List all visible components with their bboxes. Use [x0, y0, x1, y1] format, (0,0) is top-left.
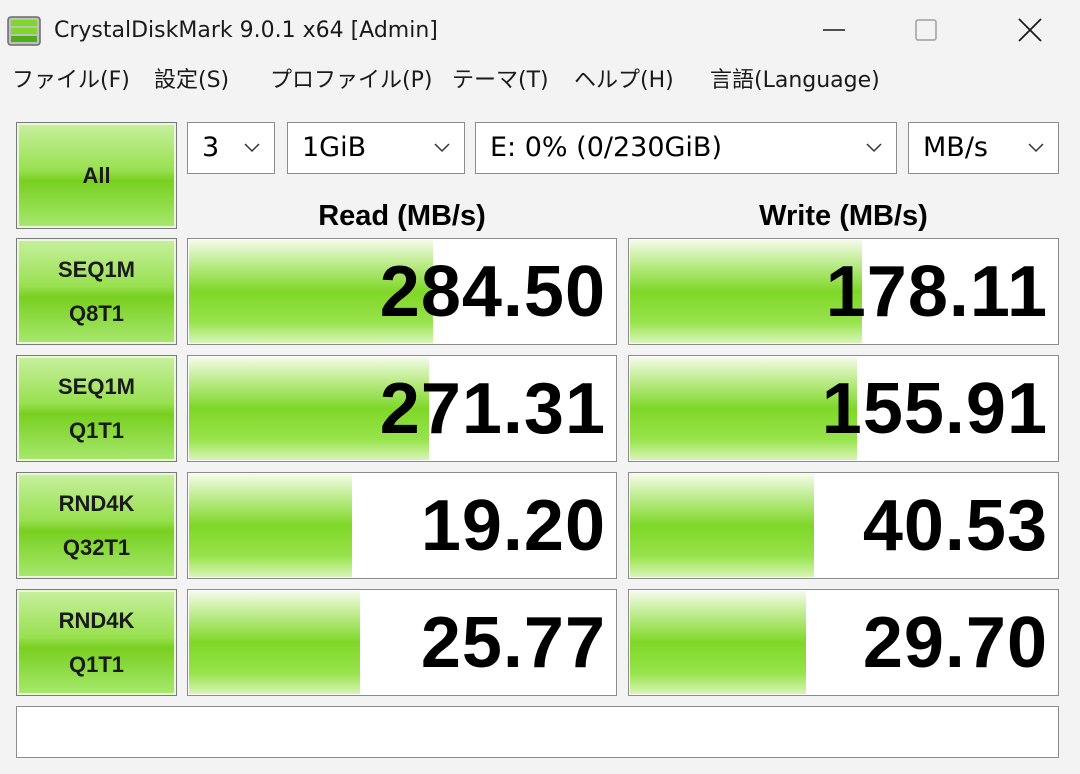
read-value: 19.20 [420, 485, 606, 566]
read-level-bar [189, 474, 352, 577]
title-bar[interactable]: CrystalDiskMark 9.0.1 x64 [Admin] [0, 0, 1080, 60]
drive-value: E: 0% (0/230GiB) [490, 132, 722, 163]
test-name-line1: RND4K [58, 490, 135, 516]
write-header: Write (MB/s) [759, 200, 928, 232]
write-result-cell: 178.11 [628, 238, 1059, 345]
read-header: Read (MB/s) [318, 200, 486, 232]
write-value: 178.11 [825, 251, 1048, 332]
menu-theme[interactable]: テーマ(T) [452, 66, 549, 96]
chevron-down-icon [866, 143, 882, 153]
size-value: 1GiB [302, 132, 367, 163]
all-button[interactable]: All [16, 122, 177, 229]
read-level-bar [189, 591, 361, 694]
unit-select[interactable]: MB/s [908, 122, 1059, 174]
menu-settings[interactable]: 設定(S) [154, 66, 229, 96]
read-result-cell: 19.20 [187, 472, 617, 579]
count-value: 3 [202, 132, 220, 163]
chevron-down-icon [1028, 143, 1044, 153]
test-name-line2: Q8T1 [68, 300, 125, 326]
test-name-line2: Q1T1 [68, 417, 125, 443]
read-value: 25.77 [420, 602, 606, 683]
write-result-cell: 29.70 [628, 589, 1059, 696]
read-value: 271.31 [379, 368, 606, 449]
menu-bar: ファイル(F) 設定(S) プロファイル(P) テーマ(T) ヘルプ(H) 言語… [0, 60, 1080, 104]
chevron-down-icon [244, 143, 260, 153]
chevron-down-icon [434, 143, 450, 153]
rnd4k-q1t1-button[interactable]: RND4K Q1T1 [16, 589, 177, 696]
write-level-bar [630, 591, 806, 694]
count-select[interactable]: 3 [187, 122, 275, 174]
menu-profile[interactable]: プロファイル(P) [270, 66, 432, 96]
menu-file[interactable]: ファイル(F) [12, 66, 130, 96]
benchmark-panel: All 3 1GiB E: 0% (0/230GiB) MB/s Read (M… [0, 108, 1080, 774]
write-result-cell: 40.53 [628, 472, 1059, 579]
menu-help[interactable]: ヘルプ(H) [574, 66, 674, 96]
seq1m-q8t1-button[interactable]: SEQ1M Q8T1 [16, 238, 177, 345]
size-select[interactable]: 1GiB [287, 122, 465, 174]
test-name-line2: Q1T1 [68, 651, 125, 677]
test-name-line1: SEQ1M [57, 256, 136, 282]
maximize-button[interactable] [880, 0, 972, 60]
write-result-cell: 155.91 [628, 355, 1059, 462]
read-value: 284.50 [379, 251, 606, 332]
disk-app-icon [6, 13, 42, 49]
test-name-line1: RND4K [58, 607, 135, 633]
seq1m-q1t1-button[interactable]: SEQ1M Q1T1 [16, 355, 177, 462]
all-button-label: All [82, 162, 111, 188]
menu-language[interactable]: 言語(Language) [710, 66, 880, 96]
write-value: 155.91 [821, 368, 1048, 449]
read-result-cell: 25.77 [187, 589, 617, 696]
window-title: CrystalDiskMark 9.0.1 x64 [Admin] [54, 18, 438, 43]
write-level-bar [630, 474, 815, 577]
read-result-cell: 284.50 [187, 238, 617, 345]
close-icon [1018, 18, 1042, 42]
read-result-cell: 271.31 [187, 355, 617, 462]
rnd4k-q32t1-button[interactable]: RND4K Q32T1 [16, 472, 177, 579]
minimize-button[interactable] [788, 0, 880, 60]
drive-select[interactable]: E: 0% (0/230GiB) [475, 122, 897, 174]
test-name-line1: SEQ1M [57, 373, 136, 399]
minimize-icon [823, 29, 845, 31]
maximize-icon [915, 19, 937, 41]
unit-value: MB/s [923, 132, 988, 163]
write-value: 40.53 [862, 485, 1048, 566]
write-value: 29.70 [862, 602, 1048, 683]
test-name-line2: Q32T1 [62, 534, 131, 560]
comment-field[interactable] [16, 706, 1059, 758]
close-button[interactable] [984, 0, 1076, 60]
